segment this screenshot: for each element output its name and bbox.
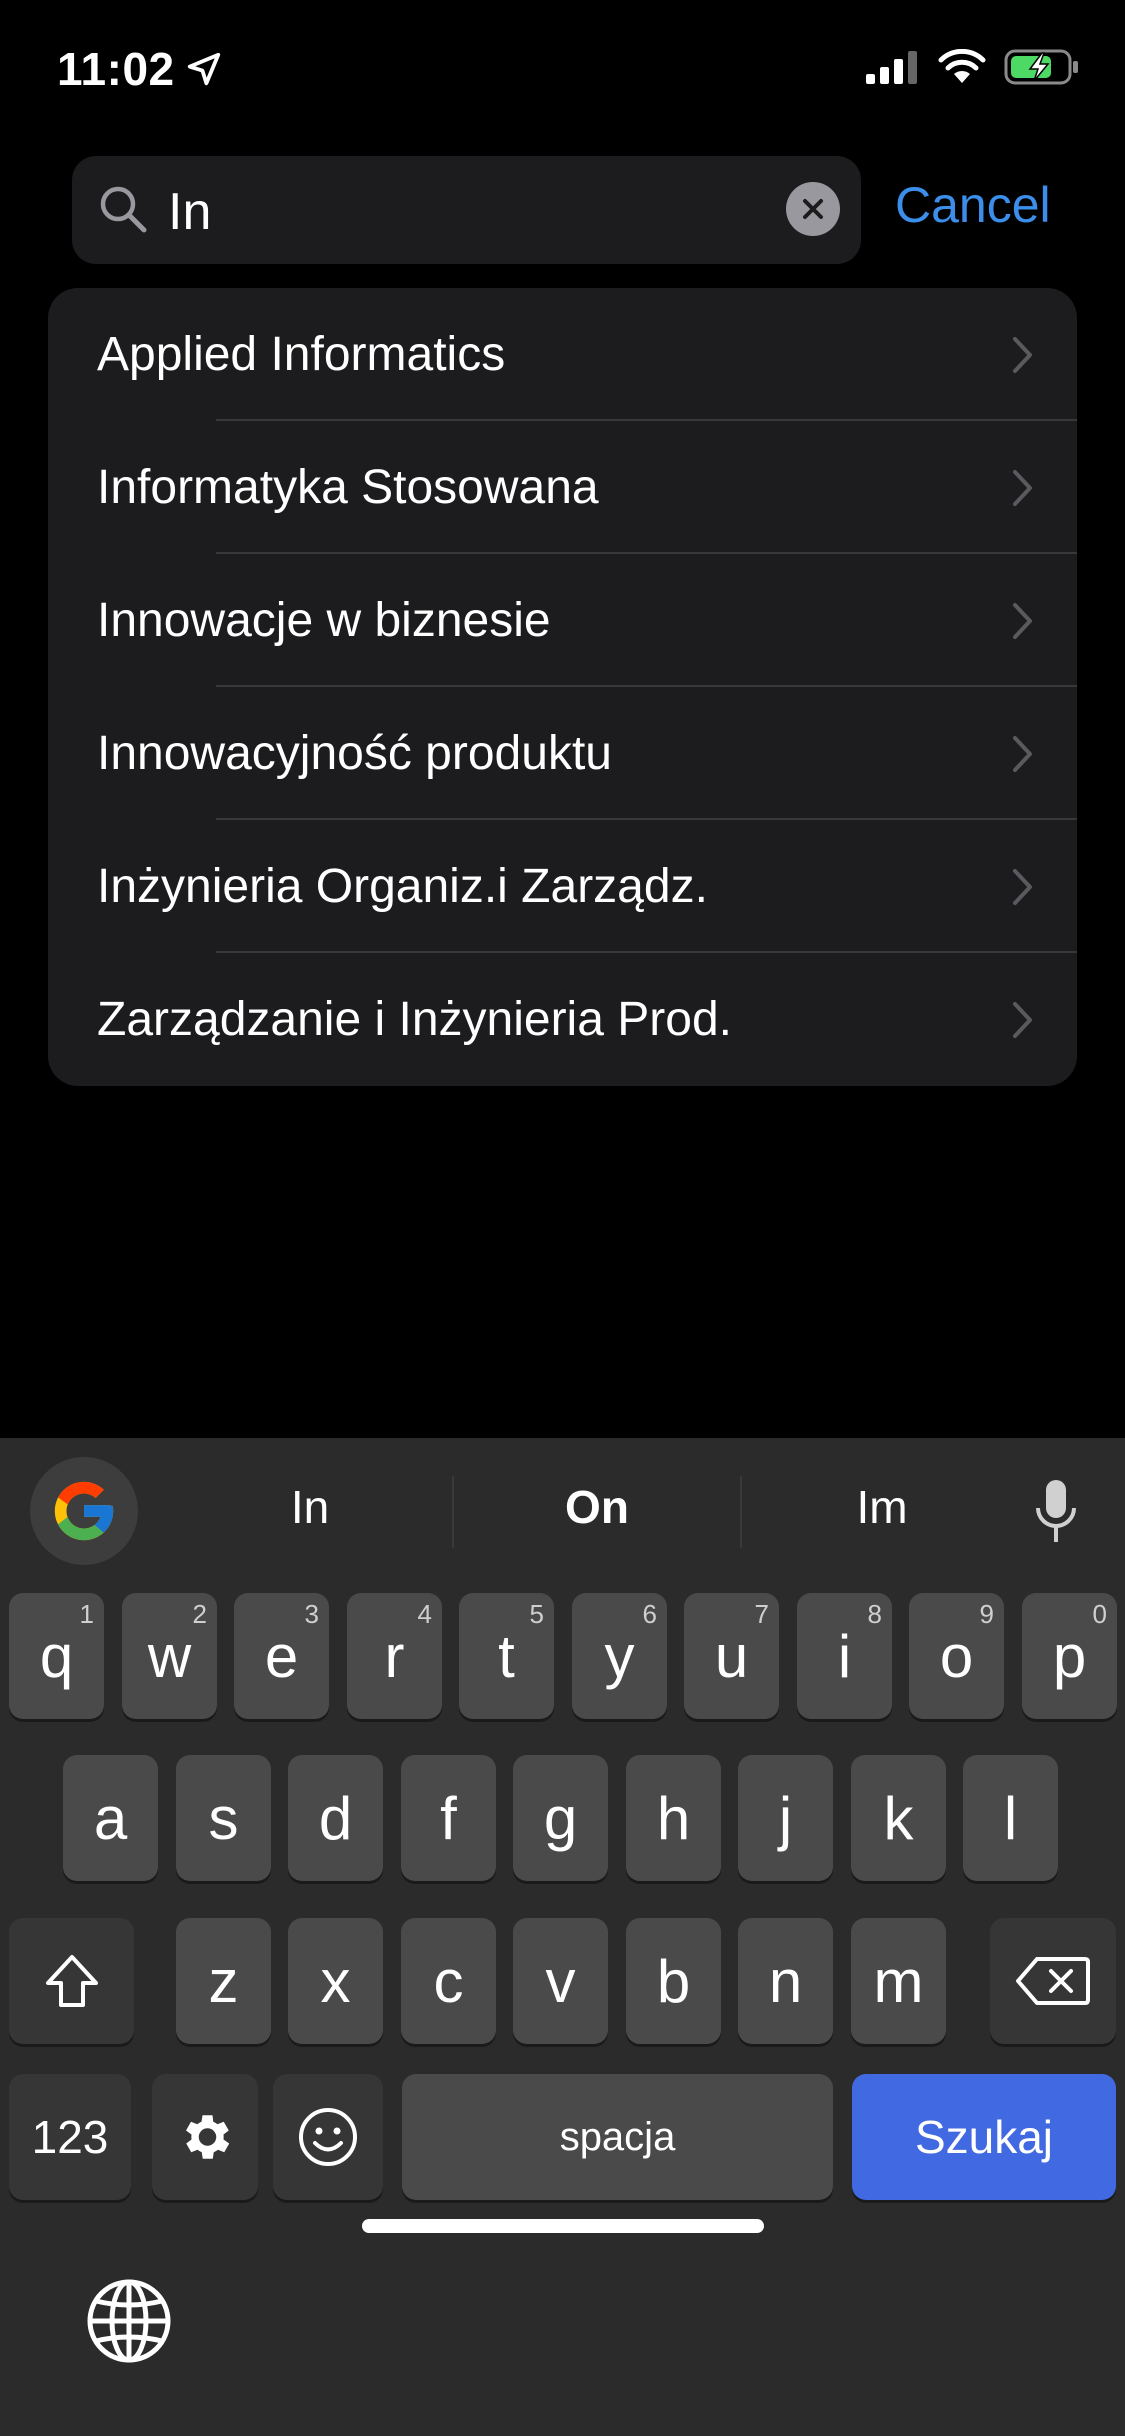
status-time: 11:02 [57, 42, 223, 96]
cancel-button[interactable]: Cancel [895, 176, 1051, 234]
space-key[interactable]: spacja [402, 2074, 833, 2200]
search-input[interactable]: In [168, 182, 211, 242]
key-f[interactable]: f [401, 1755, 496, 1881]
result-item[interactable]: Applied Informatics [48, 288, 1077, 421]
chevron-right-icon [1013, 735, 1032, 772]
shift-key[interactable] [9, 1918, 134, 2044]
backspace-icon [1016, 1957, 1090, 2005]
chevron-right-icon [1013, 868, 1032, 905]
suggestion-2[interactable]: On [477, 1480, 717, 1534]
suggestion-3[interactable]: Im [762, 1480, 1002, 1534]
suggestion-1[interactable]: In [190, 1480, 430, 1534]
key-q[interactable]: q1 [9, 1593, 104, 1719]
clear-button[interactable] [786, 182, 840, 236]
key-k[interactable]: k [851, 1755, 946, 1881]
key-m[interactable]: m [851, 1918, 946, 2044]
key-t[interactable]: t5 [459, 1593, 554, 1719]
result-label: Innowacyjność produktu [97, 727, 612, 780]
result-label: Inżynieria Organiz.i Zarządz. [97, 860, 708, 913]
search-field[interactable]: In [72, 156, 861, 264]
key-a[interactable]: a [63, 1755, 158, 1881]
result-item[interactable]: Informatyka Stosowana [48, 421, 1077, 554]
key-j[interactable]: j [738, 1755, 833, 1881]
home-indicator[interactable] [362, 2219, 764, 2233]
key-u[interactable]: u7 [684, 1593, 779, 1719]
key-b[interactable]: b [626, 1918, 721, 2044]
status-icons [866, 48, 1080, 86]
google-icon [54, 1481, 114, 1541]
google-button[interactable] [30, 1457, 138, 1565]
suggestion-divider [452, 1476, 454, 1548]
globe-icon[interactable] [84, 2276, 174, 2366]
chevron-right-icon [1013, 1001, 1032, 1038]
key-n[interactable]: n [738, 1918, 833, 2044]
mic-icon[interactable] [1032, 1478, 1080, 1546]
emoji-icon [299, 2108, 357, 2166]
key-i[interactable]: i8 [797, 1593, 892, 1719]
result-label: Applied Informatics [97, 328, 506, 381]
emoji-key[interactable] [273, 2074, 383, 2200]
chevron-right-icon [1013, 602, 1032, 639]
suggestion-divider [740, 1476, 742, 1548]
result-label: Informatyka Stosowana [97, 461, 599, 514]
gear-icon [186, 2115, 230, 2159]
key-p[interactable]: p0 [1022, 1593, 1117, 1719]
battery-charging-icon [1004, 49, 1078, 85]
key-r[interactable]: r4 [347, 1593, 442, 1719]
numbers-key[interactable]: 123 [9, 2074, 131, 2200]
result-item[interactable]: Innowacyjność produktu [48, 687, 1077, 820]
key-o[interactable]: o9 [909, 1593, 1004, 1719]
shift-icon [45, 1955, 98, 2007]
signal-icon [866, 51, 917, 84]
search-results-list: Applied Informatics Informatyka Stosowan… [48, 288, 1077, 1086]
location-arrow-icon [187, 52, 220, 86]
key-e[interactable]: e3 [234, 1593, 329, 1719]
backspace-key[interactable] [990, 1918, 1116, 2044]
key-l[interactable]: l [963, 1755, 1058, 1881]
keyboard: In On Im q1 w2 e3 r4 t5 y6 u7 i8 o9 p0 a… [0, 1438, 1125, 2436]
chevron-right-icon [1013, 469, 1032, 506]
key-x[interactable]: x [288, 1918, 383, 2044]
key-c[interactable]: c [401, 1918, 496, 2044]
settings-key[interactable] [152, 2074, 258, 2200]
time-label: 11:02 [57, 43, 175, 95]
result-item[interactable]: Inżynieria Organiz.i Zarządz. [48, 820, 1077, 953]
search-key[interactable]: Szukaj [852, 2074, 1116, 2200]
chevron-right-icon [1013, 336, 1032, 373]
key-g[interactable]: g [513, 1755, 608, 1881]
result-item[interactable]: Zarządzanie i Inżynieria Prod. [48, 953, 1077, 1086]
key-v[interactable]: v [513, 1918, 608, 2044]
key-d[interactable]: d [288, 1755, 383, 1881]
result-item[interactable]: Innowacje w biznesie [48, 554, 1077, 687]
key-y[interactable]: y6 [572, 1593, 667, 1719]
key-s[interactable]: s [176, 1755, 271, 1881]
search-icon [100, 186, 147, 233]
key-h[interactable]: h [626, 1755, 721, 1881]
key-z[interactable]: z [176, 1918, 271, 2044]
key-w[interactable]: w2 [122, 1593, 217, 1719]
result-label: Innowacje w biznesie [97, 594, 551, 647]
result-label: Zarządzanie i Inżynieria Prod. [97, 993, 732, 1046]
wifi-icon [938, 49, 986, 83]
clear-icon [803, 199, 823, 219]
